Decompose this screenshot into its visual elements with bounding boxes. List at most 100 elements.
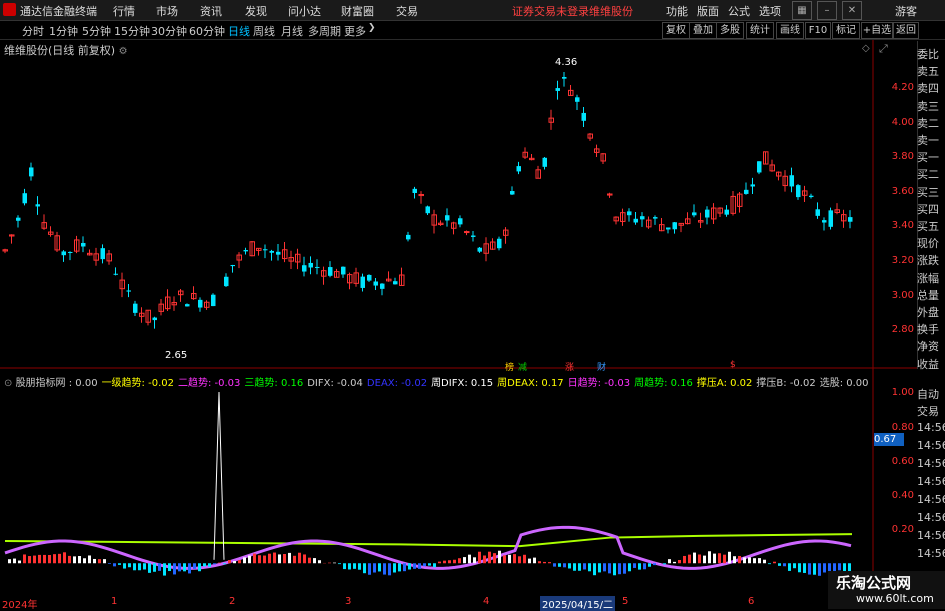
- period-60min[interactable]: 60分钟: [189, 23, 225, 39]
- minimize-icon[interactable]: –: [817, 1, 837, 20]
- indicator-bar: [538, 561, 541, 563]
- trade-time: 14:56: [917, 439, 945, 452]
- menu-layout[interactable]: 版面: [697, 3, 719, 19]
- signal-jian[interactable]: 减: [518, 360, 527, 373]
- period-daily[interactable]: 日线: [228, 23, 250, 39]
- indicator-bar: [238, 560, 241, 563]
- signal-bang[interactable]: 榜: [505, 360, 514, 373]
- signal-dollar[interactable]: $: [730, 360, 736, 370]
- candle-body: [23, 193, 28, 203]
- indicator-settings-icon[interactable]: ⊙: [4, 378, 16, 389]
- multi-stock-button[interactable]: 多股: [716, 22, 744, 39]
- menu-item-jiaoyi[interactable]: 交易: [396, 3, 418, 19]
- signal-zhang[interactable]: 涨: [565, 360, 574, 373]
- candle-body: [796, 185, 801, 197]
- auto-label[interactable]: 自动: [917, 386, 945, 402]
- candle-body: [62, 251, 67, 255]
- indicator-bar: [843, 563, 846, 571]
- more-arrow-icon[interactable]: ❯: [368, 23, 376, 33]
- close-icon[interactable]: ✕: [842, 1, 862, 20]
- menu-options[interactable]: 选项: [759, 3, 781, 19]
- x-label: 3: [345, 596, 351, 607]
- indicator-bar: [308, 558, 311, 564]
- period-5min[interactable]: 5分钟: [82, 23, 111, 39]
- menu-item-wenxiaoda[interactable]: 问小达: [288, 3, 321, 19]
- menu-item-zixun[interactable]: 资讯: [200, 3, 222, 19]
- candle-body: [341, 267, 346, 275]
- candle-body: [582, 113, 587, 121]
- period-30min[interactable]: 30分钟: [151, 23, 187, 39]
- back-button[interactable]: 返回: [893, 22, 919, 39]
- y-tick: 3.40: [874, 220, 914, 231]
- period-15min[interactable]: 15分钟: [114, 23, 150, 39]
- indicator-bar: [523, 555, 526, 563]
- indicator-bar: [193, 563, 196, 569]
- indicator-bar: [278, 554, 281, 563]
- period-weekly[interactable]: 周线: [253, 23, 275, 39]
- indicator-value-9: 周趋势: 0.16: [634, 378, 693, 389]
- menu-formula[interactable]: 公式: [728, 3, 750, 19]
- indicator-value-1: 一级趋势: -0.02: [102, 378, 174, 389]
- login-status[interactable]: 证券交易未登录: [512, 3, 589, 19]
- indicator-bar: [798, 563, 801, 572]
- candle-body: [224, 277, 229, 286]
- menu-grid-icon[interactable]: ▦: [792, 1, 812, 20]
- mark-button[interactable]: 标记: [832, 22, 860, 39]
- draw-line-button[interactable]: 画线: [776, 22, 804, 39]
- menu-item-shichang[interactable]: 市场: [156, 3, 178, 19]
- indicator-value-7: 周DEAX: 0.17: [497, 378, 564, 389]
- period-fenshi[interactable]: 分时: [22, 23, 44, 39]
- add-favorite-button[interactable]: +自选: [861, 22, 893, 39]
- f10-button[interactable]: F10: [805, 22, 831, 39]
- indicator-bar: [638, 563, 641, 569]
- candle-body: [114, 274, 119, 275]
- indicator-bar: [428, 563, 431, 565]
- quote-field-15: 外盘: [917, 304, 945, 320]
- indicator-bar: [338, 563, 341, 564]
- quote-field-2: 卖四: [917, 80, 945, 96]
- trade-label[interactable]: 交易: [917, 403, 945, 419]
- menu-function[interactable]: 功能: [666, 3, 688, 19]
- indicator-bar: [548, 562, 551, 563]
- overlay-button[interactable]: 叠加: [689, 22, 717, 39]
- period-more[interactable]: 更多: [344, 23, 366, 39]
- period-multi[interactable]: 多周期: [308, 23, 341, 39]
- indicator-bar: [98, 559, 101, 563]
- indicator-bar: [208, 563, 211, 567]
- candle-body: [809, 196, 814, 197]
- indicator-bar: [618, 563, 621, 574]
- indicator-bar: [13, 559, 16, 564]
- candle-body: [133, 304, 138, 313]
- menu-item-caifuquan[interactable]: 财富圈: [341, 3, 374, 19]
- indicator-bar: [143, 563, 146, 569]
- candle-body: [556, 88, 561, 91]
- high-price-label: 4.36: [555, 57, 577, 68]
- indicator-bar: [418, 563, 421, 569]
- menu-item-hangqing[interactable]: 行情: [113, 3, 135, 19]
- signal-cai[interactable]: 财: [597, 360, 606, 373]
- quote-field-1: 卖五: [917, 63, 945, 79]
- user-label[interactable]: 游客: [895, 3, 917, 19]
- indicator-bar: [108, 563, 111, 564]
- indicator-bar: [848, 563, 851, 571]
- quote-field-8: 买三: [917, 184, 945, 200]
- candle-body: [36, 204, 41, 206]
- indicator-bar: [613, 563, 616, 575]
- indicator-bar: [498, 551, 501, 564]
- stats-button[interactable]: 统计: [746, 22, 774, 39]
- indicator-bar: [198, 563, 201, 571]
- indicator-bar: [173, 563, 176, 574]
- indicator-bar: [713, 554, 716, 564]
- candle-body: [445, 215, 450, 220]
- indicator-bar: [188, 563, 191, 573]
- period-1min[interactable]: 1分钟: [49, 23, 78, 39]
- indicator-bar: [133, 563, 136, 570]
- candle-body: [367, 275, 372, 281]
- fuquan-button[interactable]: 复权: [662, 22, 690, 39]
- candle-body: [751, 184, 756, 186]
- menu-item-faxian[interactable]: 发现: [245, 3, 267, 19]
- candle-body: [16, 218, 21, 221]
- candle-body: [231, 265, 236, 266]
- kline-chart[interactable]: 4.36 2.65: [0, 40, 917, 596]
- period-monthly[interactable]: 月线: [281, 23, 303, 39]
